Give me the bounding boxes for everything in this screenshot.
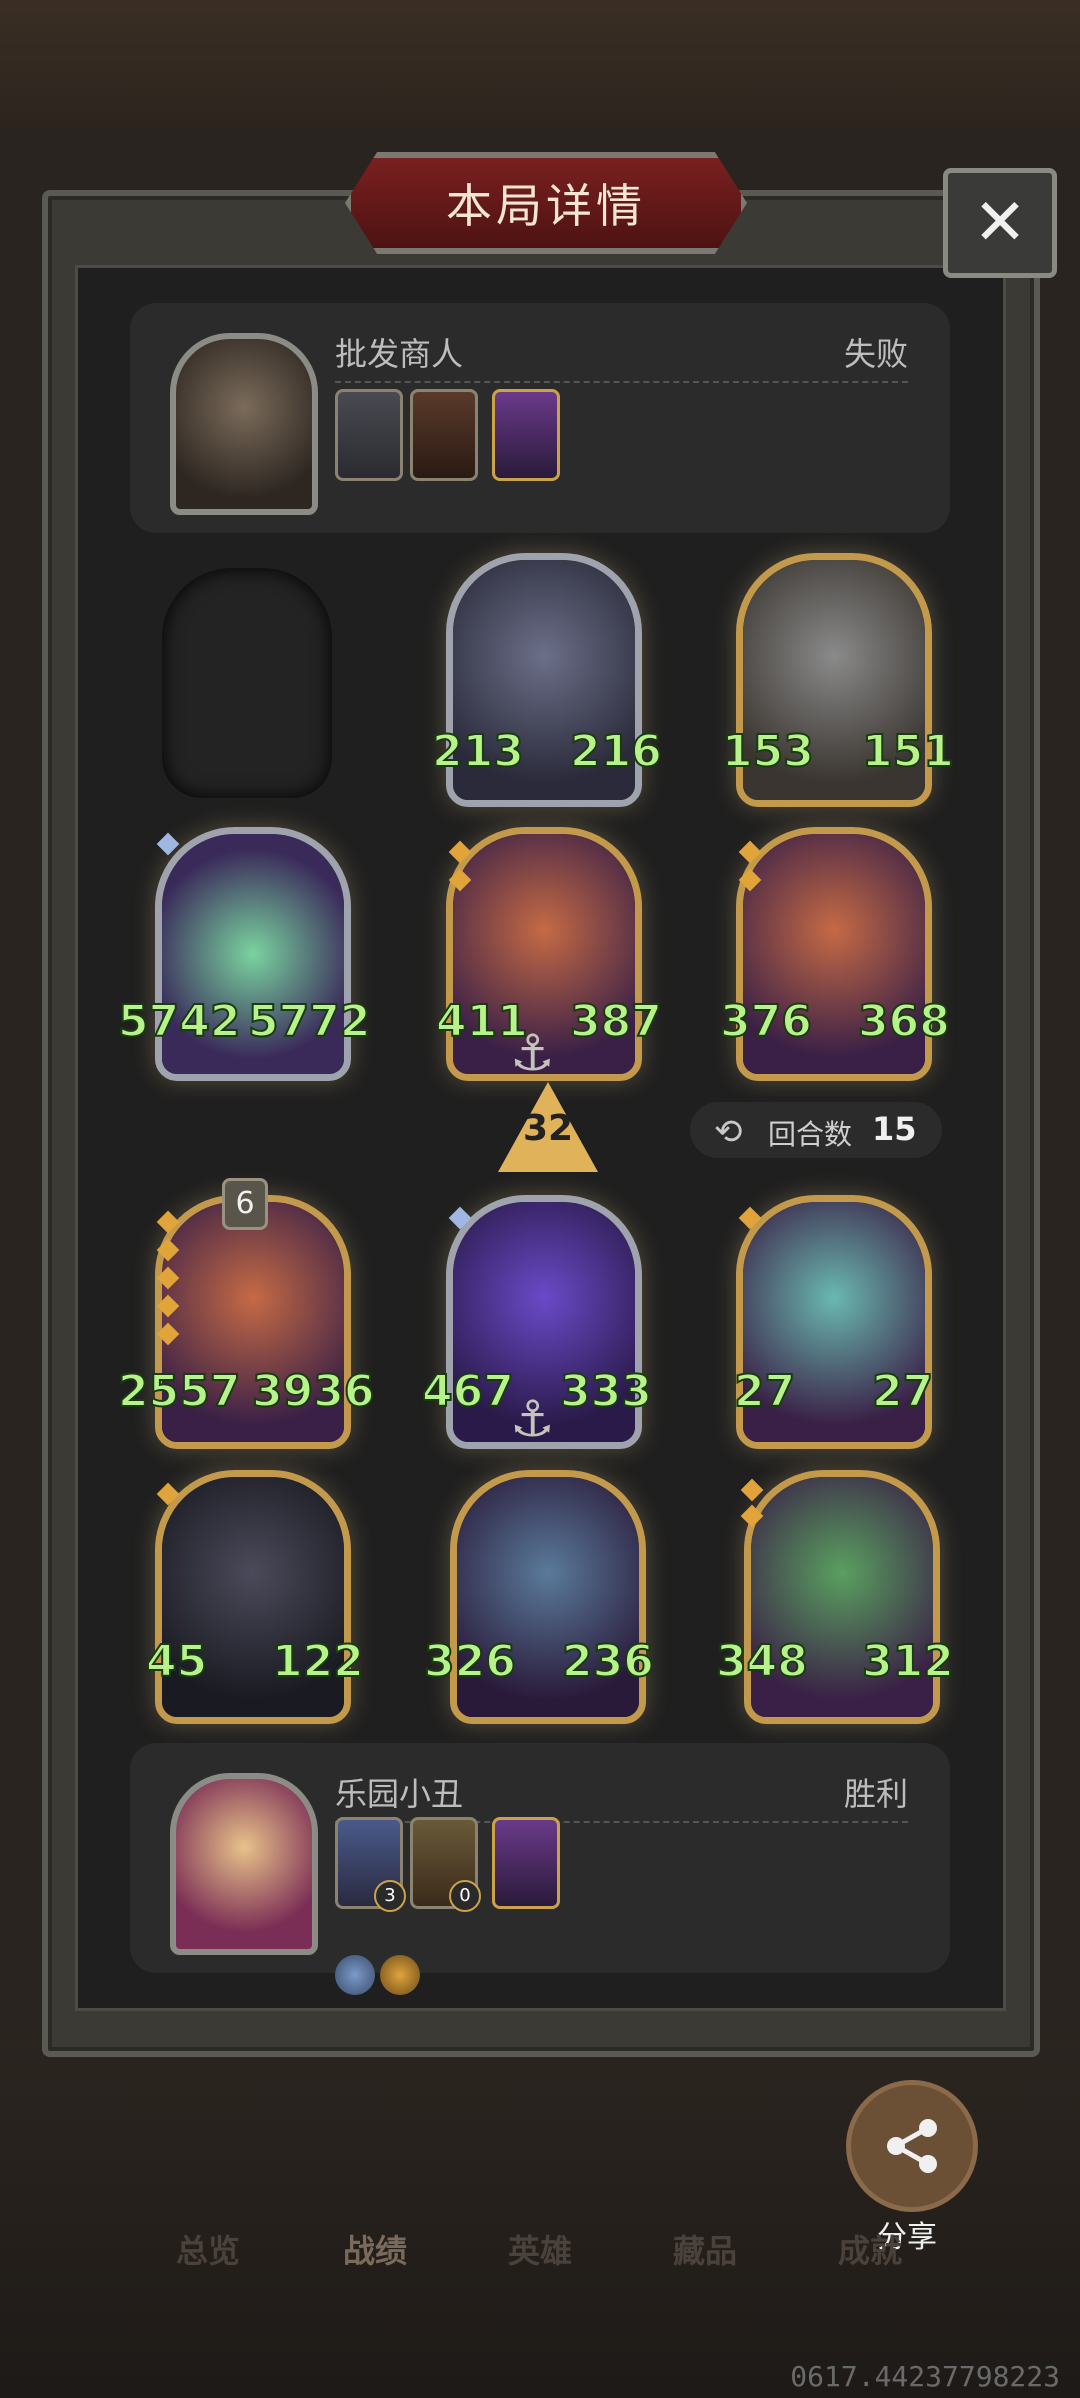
my-result: 胜利 bbox=[843, 1775, 908, 1813]
my-player-card: 乐园小丑 胜利 3 0 bbox=[130, 1743, 950, 1995]
minion-health: 27 bbox=[871, 1365, 934, 1418]
minion-health: 5772 bbox=[247, 995, 371, 1048]
page-title: 本局详情 bbox=[446, 179, 646, 233]
minion-attack: 326 bbox=[423, 1635, 517, 1688]
my-name: 乐园小丑 bbox=[335, 1775, 464, 1813]
close-icon: ✕ bbox=[973, 186, 1027, 260]
divider bbox=[335, 381, 908, 383]
empty-board-slot bbox=[162, 568, 332, 798]
minion-health: 122 bbox=[271, 1635, 365, 1688]
title-plate: 本局详情 bbox=[345, 152, 747, 254]
sword-skill-icon[interactable] bbox=[335, 1955, 375, 1995]
spell-card-icon[interactable] bbox=[492, 1817, 560, 1909]
tab-overview[interactable]: 总览 bbox=[148, 2226, 268, 2272]
close-button[interactable]: ✕ bbox=[943, 168, 1057, 278]
anchor-icon: ⚓ bbox=[510, 1024, 555, 1082]
top-wood-background bbox=[0, 0, 1080, 130]
opponent-result: 失败 bbox=[843, 335, 908, 373]
minion-health: 216 bbox=[569, 725, 663, 778]
round-label: 回合数 bbox=[768, 1118, 853, 1151]
share-icon bbox=[887, 2119, 937, 2173]
minion-attack: 27 bbox=[733, 1365, 796, 1418]
spell-card-icon[interactable] bbox=[492, 389, 560, 481]
build-code: 0617.44237798223 bbox=[790, 2360, 1060, 2393]
tab-heroes[interactable]: 英雄 bbox=[480, 2226, 600, 2272]
minion-health: 312 bbox=[861, 1635, 955, 1688]
minion-health: 368 bbox=[857, 995, 951, 1048]
equipment-icon[interactable]: 3 bbox=[335, 1817, 406, 1912]
level-badge: 6 bbox=[222, 1178, 268, 1230]
gold-skill-icon[interactable] bbox=[380, 1955, 420, 1995]
minion-health: 387 bbox=[569, 995, 663, 1048]
minion-attack: 467 bbox=[421, 1365, 515, 1418]
round-counter: ⟲ 回合数 15 bbox=[690, 1102, 942, 1158]
opponent-name: 批发商人 bbox=[335, 335, 464, 373]
item-count-badge: 3 bbox=[374, 1880, 406, 1912]
minion-attack: 45 bbox=[145, 1635, 208, 1688]
anchor-icon: ⚓ bbox=[510, 1390, 555, 1448]
tab-records[interactable]: 战绩 bbox=[315, 2226, 435, 2272]
minion-health: 3936 bbox=[251, 1365, 375, 1418]
minion-attack: 153 bbox=[721, 725, 815, 778]
bottom-tab-bar: 总览 战绩 英雄 藏品 成就 bbox=[0, 2226, 1080, 2286]
damage-value: 32 bbox=[522, 1108, 574, 1149]
equipment-icon[interactable] bbox=[410, 389, 478, 481]
minion-attack: 2557 bbox=[117, 1365, 241, 1418]
minion-health: 333 bbox=[559, 1365, 653, 1418]
minion-health: 151 bbox=[861, 725, 955, 778]
minion-attack: 213 bbox=[431, 725, 525, 778]
tab-achievements[interactable]: 成就 bbox=[810, 2226, 930, 2272]
opponent-card: 批发商人 失败 bbox=[130, 303, 950, 533]
minion-health: 236 bbox=[561, 1635, 655, 1688]
clown-avatar-icon[interactable] bbox=[170, 1773, 318, 1955]
minion-attack: 5742 bbox=[117, 995, 241, 1048]
cat-avatar-icon[interactable] bbox=[170, 333, 318, 515]
share-button[interactable] bbox=[846, 2080, 978, 2212]
tab-collection[interactable]: 藏品 bbox=[645, 2226, 765, 2272]
equipment-icon[interactable] bbox=[335, 389, 403, 481]
minion-attack: 376 bbox=[719, 995, 813, 1048]
minion-attack: 348 bbox=[715, 1635, 809, 1688]
round-value: 15 bbox=[872, 1110, 917, 1148]
item-count-badge: 0 bbox=[449, 1880, 481, 1912]
round-cycle-icon: ⟲ bbox=[714, 1112, 743, 1152]
book-item-icon[interactable]: 0 bbox=[410, 1817, 481, 1912]
